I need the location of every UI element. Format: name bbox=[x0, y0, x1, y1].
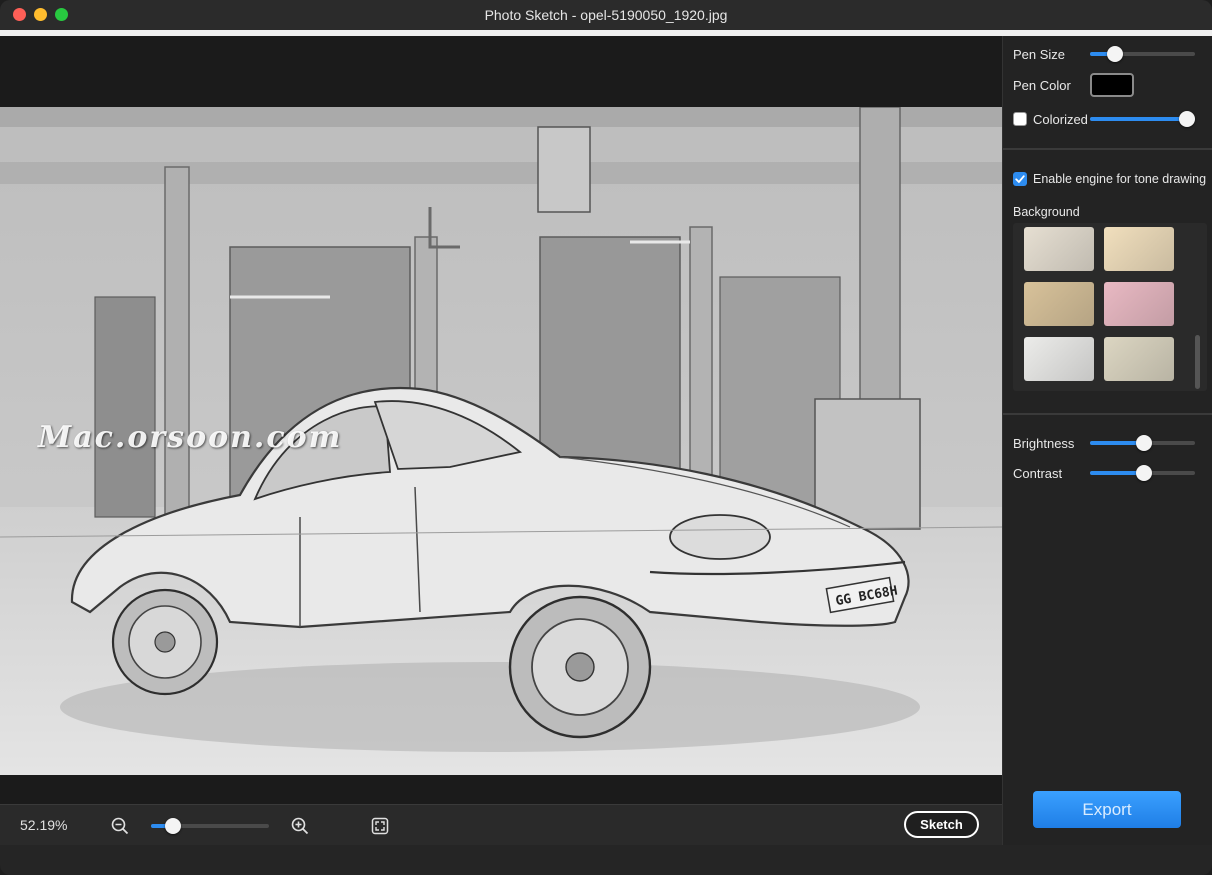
background-scrollbar[interactable] bbox=[1195, 335, 1200, 389]
contrast-slider[interactable] bbox=[1090, 465, 1195, 481]
panel-divider bbox=[1003, 148, 1212, 150]
brightness-slider[interactable] bbox=[1090, 435, 1195, 451]
window-controls bbox=[13, 8, 68, 21]
background-label: Background bbox=[1013, 205, 1080, 219]
tone-engine-label: Enable engine for tone drawing bbox=[1033, 172, 1207, 186]
zoom-percentage: 52.19% bbox=[20, 817, 68, 833]
export-button[interactable]: Export bbox=[1033, 791, 1181, 828]
zoom-slider[interactable] bbox=[151, 818, 269, 834]
sketch-image[interactable]: GG BC68H Mac.orsoon.com bbox=[0, 107, 1002, 775]
pen-color-well[interactable] bbox=[1090, 73, 1134, 97]
minimize-window-button[interactable] bbox=[34, 8, 47, 21]
pen-size-slider[interactable] bbox=[1090, 46, 1195, 62]
fit-to-window-icon[interactable] bbox=[371, 817, 389, 835]
title-bar: Photo Sketch - opel-5190050_1920.jpg bbox=[0, 0, 1212, 30]
pen-size-label: Pen Size bbox=[1013, 47, 1066, 62]
zoom-slider-knob[interactable] bbox=[165, 818, 182, 834]
watermark-text: Mac.orsoon.com bbox=[38, 420, 343, 455]
checkmark-icon bbox=[1015, 175, 1025, 183]
colorized-checkbox[interactable] bbox=[1013, 112, 1027, 126]
contrast-knob[interactable] bbox=[1136, 465, 1153, 481]
canvas-area: GG BC68H Mac.orsoon.com bbox=[0, 36, 1002, 804]
settings-panel: Pen Size Pen Color Colorized Enable engi… bbox=[1002, 36, 1212, 845]
brightness-knob[interactable] bbox=[1136, 435, 1153, 451]
app-window: Photo Sketch - opel-5190050_1920.jpg GG … bbox=[0, 0, 1212, 875]
bottom-toolbar: 52.19% Sketch bbox=[0, 804, 1002, 845]
background-swatch[interactable] bbox=[1104, 337, 1174, 381]
panel-divider bbox=[1003, 413, 1212, 415]
background-swatch[interactable] bbox=[1104, 282, 1174, 326]
colorized-knob[interactable] bbox=[1179, 111, 1195, 127]
close-window-button[interactable] bbox=[13, 8, 26, 21]
background-swatch[interactable] bbox=[1024, 337, 1094, 381]
colorized-slider[interactable] bbox=[1090, 111, 1195, 127]
pen-color-label: Pen Color bbox=[1013, 78, 1071, 93]
contrast-label: Contrast bbox=[1013, 466, 1063, 481]
brightness-label: Brightness bbox=[1013, 436, 1075, 451]
background-swatch[interactable] bbox=[1024, 227, 1094, 271]
zoom-out-icon[interactable] bbox=[111, 817, 129, 835]
window-title: Photo Sketch - opel-5190050_1920.jpg bbox=[484, 7, 728, 23]
zoom-in-icon[interactable] bbox=[291, 817, 309, 835]
zoom-window-button[interactable] bbox=[55, 8, 68, 21]
tone-engine-checkbox[interactable] bbox=[1013, 172, 1027, 186]
background-swatch[interactable] bbox=[1104, 227, 1174, 271]
sketch-button[interactable]: Sketch bbox=[904, 811, 979, 838]
pen-size-knob[interactable] bbox=[1106, 46, 1123, 62]
colorized-label: Colorized bbox=[1033, 112, 1088, 127]
background-swatch-grid bbox=[1013, 223, 1207, 391]
status-footer bbox=[0, 845, 1212, 875]
background-swatch[interactable] bbox=[1024, 282, 1094, 326]
